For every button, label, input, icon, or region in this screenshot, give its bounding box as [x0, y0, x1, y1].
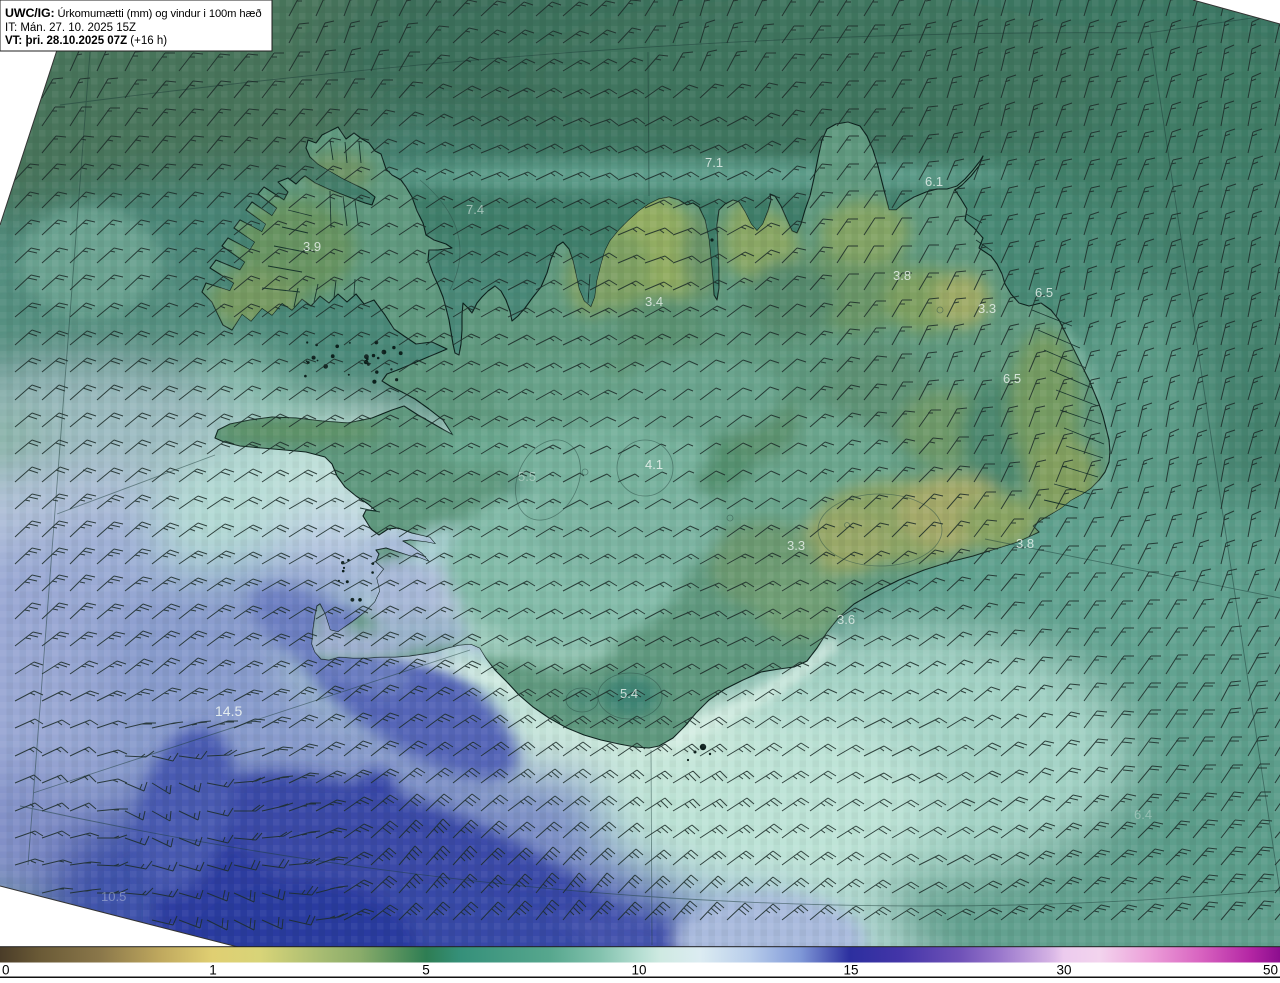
svg-text:3.9: 3.9: [303, 239, 321, 254]
svg-text:30: 30: [1056, 963, 1071, 978]
svg-text:6.1: 6.1: [925, 174, 943, 189]
svg-text:7.4: 7.4: [466, 202, 484, 217]
svg-text:5: 5: [422, 963, 430, 978]
svg-text:5.4: 5.4: [620, 686, 638, 701]
svg-text:3.3: 3.3: [978, 301, 996, 316]
svg-text:0: 0: [2, 963, 10, 978]
svg-text:14.5: 14.5: [215, 703, 242, 719]
svg-text:15: 15: [843, 963, 858, 978]
svg-text:3.8: 3.8: [1016, 536, 1034, 551]
svg-text:IT: Mán. 27. 10. 2025 15Z: IT: Mán. 27. 10. 2025 15Z: [5, 22, 136, 34]
svg-text:UWC/IG: Úrkomumætti (mm) og vi: UWC/IG: Úrkomumætti (mm) og vindur i 100…: [5, 6, 262, 20]
svg-text:6.4: 6.4: [1134, 807, 1152, 822]
svg-text:5.5: 5.5: [518, 469, 536, 484]
svg-text:VT: þri. 28.10.2025 07Z (+16 h: VT: þri. 28.10.2025 07Z (+16 h): [5, 35, 167, 47]
svg-text:6.5: 6.5: [1035, 285, 1053, 300]
svg-text:3.8: 3.8: [893, 268, 911, 283]
svg-text:10: 10: [631, 963, 646, 978]
svg-text:3.4: 3.4: [645, 294, 663, 309]
svg-text:7.1: 7.1: [705, 155, 723, 170]
svg-text:6.5: 6.5: [1003, 371, 1021, 386]
svg-text:3.3: 3.3: [787, 538, 805, 553]
svg-text:4.1: 4.1: [645, 457, 663, 472]
svg-text:1: 1: [209, 963, 217, 978]
svg-text:50: 50: [1263, 963, 1278, 978]
svg-text:3.6: 3.6: [837, 612, 855, 627]
svg-text:10.5: 10.5: [101, 889, 126, 904]
